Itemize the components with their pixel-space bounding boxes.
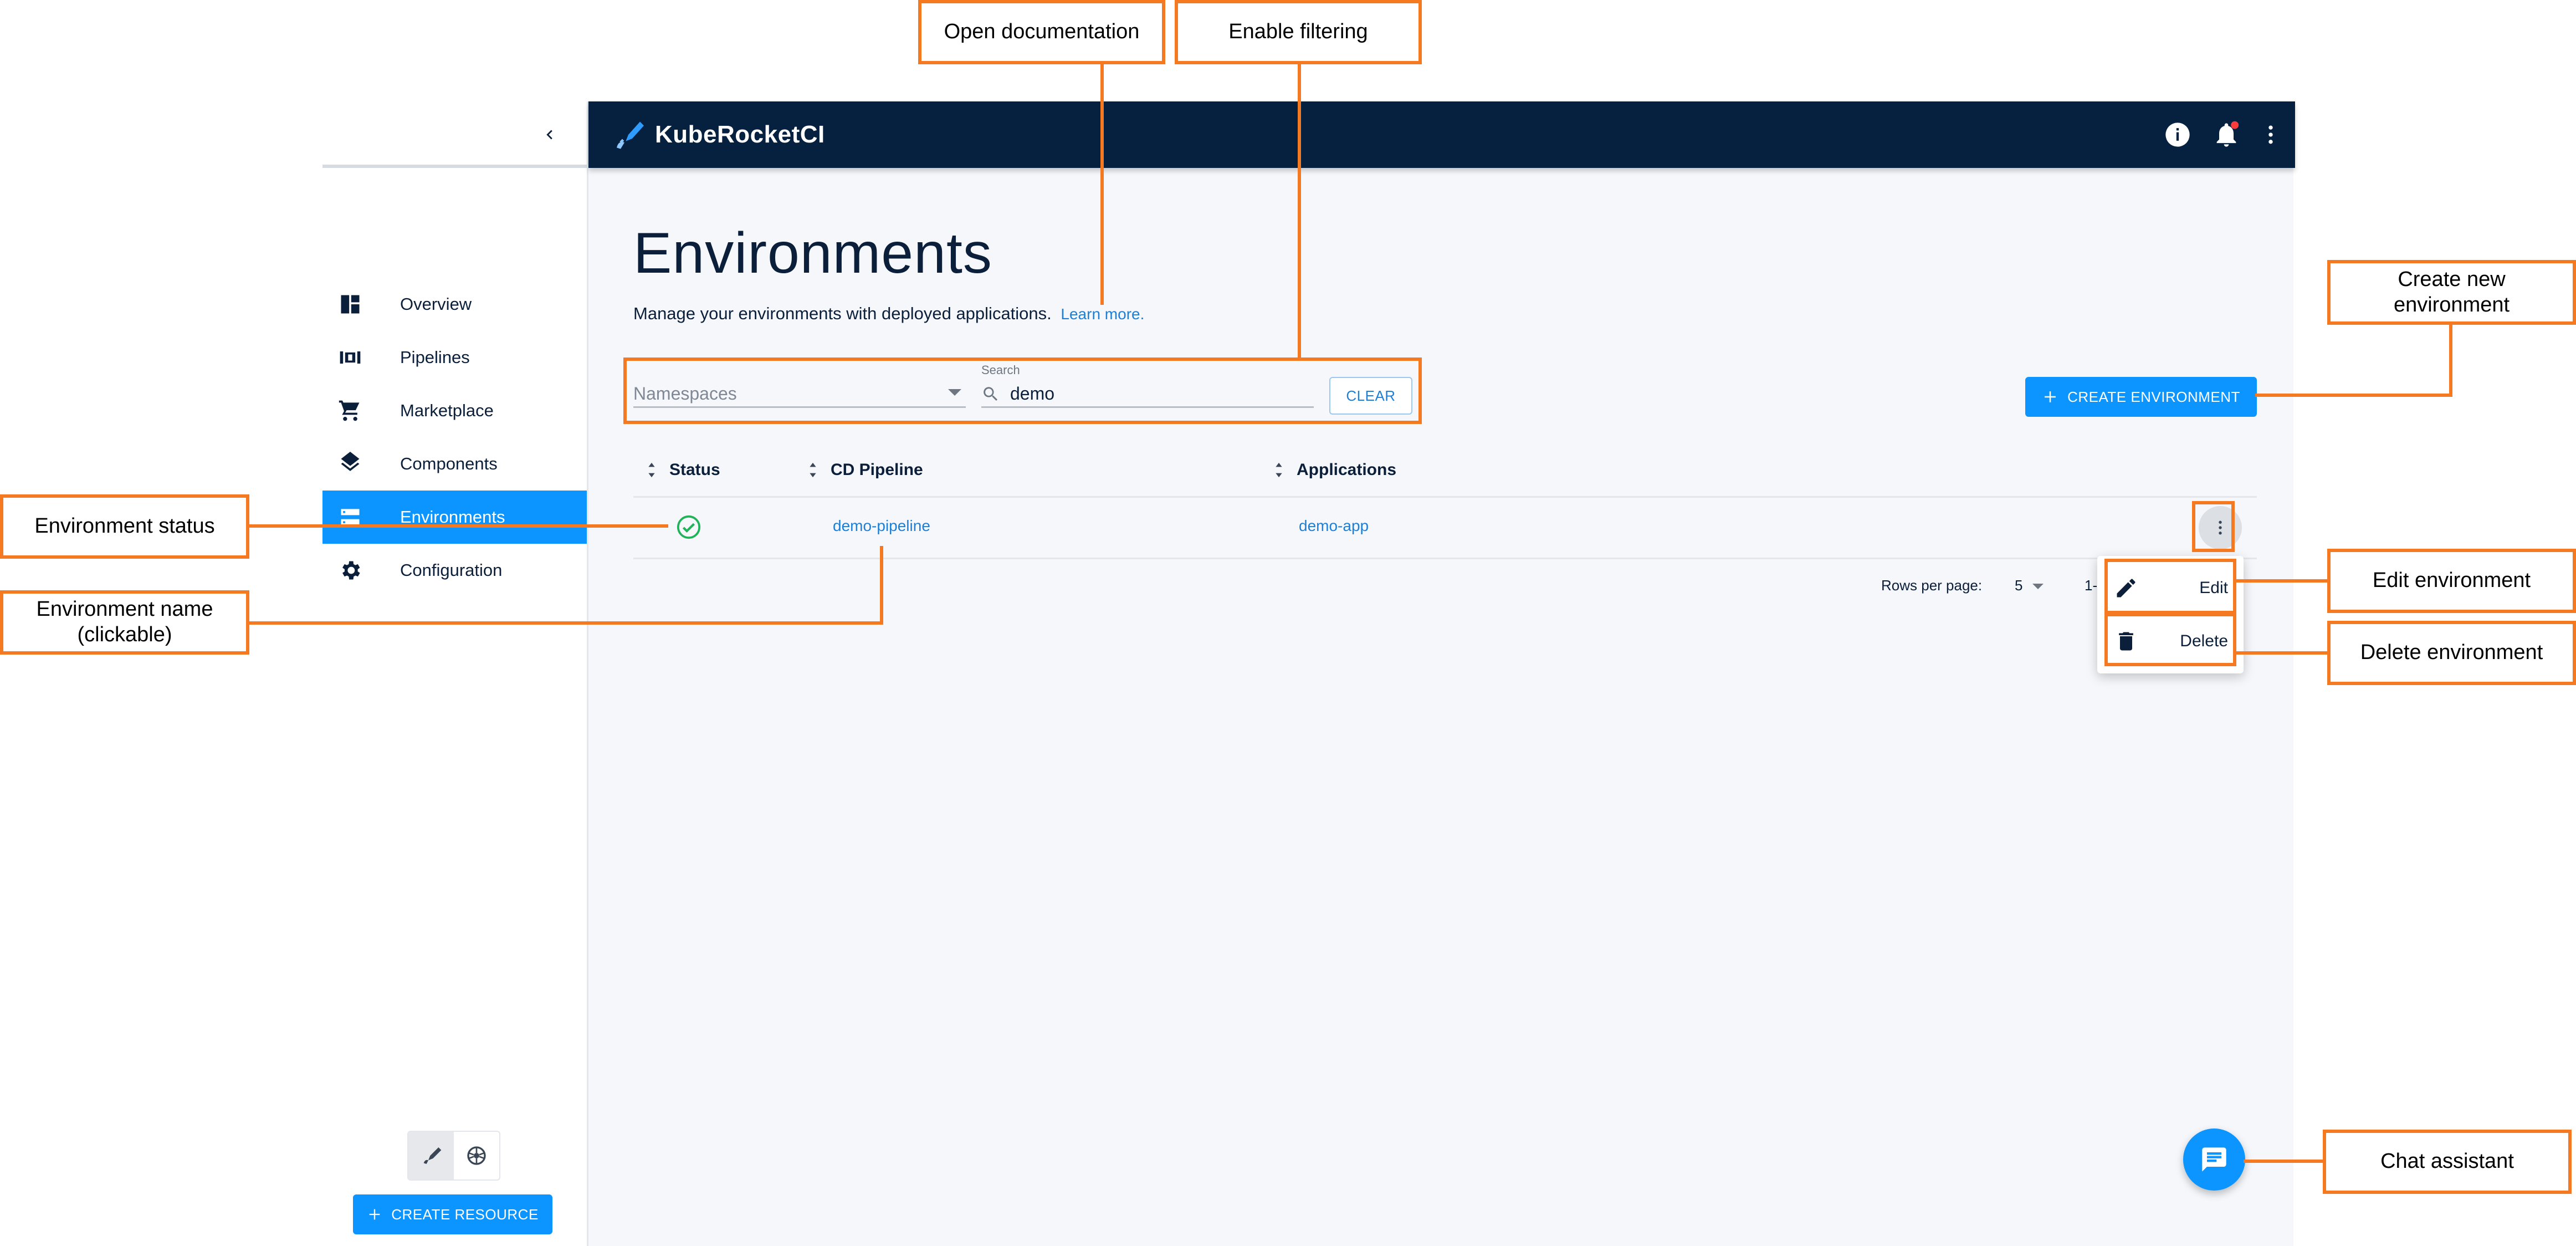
notifications-button[interactable]: [2211, 119, 2242, 150]
page-description-text: Manage your environments with deployed a…: [633, 304, 1052, 323]
layers-icon: [337, 451, 363, 477]
connector-line: [2449, 321, 2452, 397]
column-label: Applications: [1297, 461, 1397, 479]
info-button[interactable]: [2162, 119, 2193, 150]
application-link[interactable]: demo-app: [1299, 517, 1369, 535]
connector-line: [2244, 1160, 2324, 1163]
chat-icon: [2202, 1147, 2226, 1172]
sidebar-item-label: Pipelines: [400, 348, 470, 367]
more-vertical-icon: [2268, 125, 2273, 144]
sidebar-item-label: Configuration: [400, 560, 503, 580]
sidebar-item-configuration[interactable]: Configuration: [322, 544, 587, 597]
callout-delete-environment: Delete environment: [2327, 621, 2576, 685]
create-environment-label: CREATE ENVIRONMENT: [2067, 388, 2240, 405]
connector-line: [1298, 63, 1301, 360]
connector-line: [2236, 579, 2329, 583]
brand-name: KubeRocketCI: [655, 121, 825, 148]
main-content: KubeRocketCI Environments Manage your en…: [587, 101, 2295, 1246]
column-label: Status: [669, 461, 720, 479]
mode-toggle: [407, 1131, 500, 1181]
sort-icon: [1276, 462, 1282, 478]
sidebar-item-pipelines[interactable]: Pipelines: [322, 331, 587, 384]
table-divider: [633, 496, 2257, 498]
column-label: CD Pipeline: [831, 461, 923, 479]
more-menu-button[interactable]: [2255, 119, 2286, 150]
sidebar: Overview Pipelines Marketplace Component…: [322, 101, 587, 1246]
sidebar-item-label: Components: [400, 454, 498, 473]
callout-edit-environment: Edit environment: [2327, 549, 2576, 613]
connector-line: [2255, 394, 2452, 397]
delete-highlight: [2104, 613, 2236, 666]
sidebar-item-label: Marketplace: [400, 401, 494, 420]
connector-line: [2236, 651, 2329, 655]
kubernetes-icon: [467, 1146, 486, 1165]
page-title: Environments: [633, 221, 992, 285]
plus-icon: [369, 1209, 380, 1220]
column-header-status[interactable]: Status: [647, 456, 720, 484]
create-environment-button[interactable]: CREATE ENVIRONMENT: [2025, 377, 2257, 417]
connector-line: [880, 546, 883, 625]
rocket-brush-icon: [423, 1147, 442, 1164]
top-bar: KubeRocketCI: [588, 101, 2295, 168]
kuberocketci-logo-icon: [617, 121, 644, 149]
create-resource-button[interactable]: CREATE RESOURCE: [353, 1194, 552, 1234]
sidebar-item-overview[interactable]: Overview: [322, 278, 587, 331]
chat-assistant-button[interactable]: [2183, 1128, 2245, 1191]
brand[interactable]: KubeRocketCI: [613, 117, 825, 152]
filter-highlight: [623, 358, 1422, 424]
connector-line: [248, 621, 883, 625]
callout-environment-name: Environment name (clickable): [0, 590, 249, 655]
info-icon: [2165, 122, 2190, 147]
callout-environment-status: Environment status: [0, 494, 249, 559]
dropdown-caret-icon: [2032, 584, 2044, 589]
sidebar-item-label: Overview: [400, 294, 472, 314]
sidebar-header: [322, 101, 587, 168]
sidebar-item-marketplace[interactable]: Marketplace: [322, 384, 587, 437]
cd-pipeline-link[interactable]: demo-pipeline: [833, 517, 930, 535]
sort-icon: [810, 462, 816, 478]
rows-per-page-label: Rows per page:: [1881, 577, 1983, 594]
column-header-applications[interactable]: Applications: [1274, 456, 1396, 484]
pagination-range: 1-: [2085, 577, 2098, 594]
mode-toggle-kubernetes[interactable]: [454, 1132, 499, 1179]
bell-icon: [2216, 121, 2239, 147]
pipelines-icon: [337, 344, 363, 371]
status-success-icon: [677, 515, 701, 539]
connector-line: [1100, 63, 1104, 305]
callout-chat-assistant: Chat assistant: [2323, 1130, 2572, 1194]
sidebar-collapse-button[interactable]: [533, 118, 566, 151]
create-resource-label: CREATE RESOURCE: [391, 1206, 539, 1223]
table-divider: [633, 558, 2257, 559]
dashboard-icon: [337, 291, 363, 318]
gear-icon: [337, 557, 363, 584]
rows-per-page-select[interactable]: 5: [2015, 577, 2022, 594]
callout-enable-filtering: Enable filtering: [1175, 0, 1422, 64]
page-description: Manage your environments with deployed a…: [633, 304, 1144, 324]
connector-line: [248, 524, 668, 528]
sidebar-item-components[interactable]: Components: [322, 437, 587, 491]
learn-more-link[interactable]: Learn more.: [1061, 305, 1144, 323]
sidebar-item-environments[interactable]: Environments: [322, 491, 587, 544]
row-actions-highlight: [2192, 501, 2235, 552]
cart-icon: [337, 397, 363, 424]
callout-open-documentation: Open documentation: [918, 0, 1165, 64]
column-header-cd-pipeline[interactable]: CD Pipeline: [808, 456, 923, 484]
callout-create-new-environment: Create new environment: [2327, 260, 2576, 325]
chevron-left-icon: [546, 130, 552, 140]
edit-highlight: [2104, 559, 2236, 614]
plus-icon: [2045, 391, 2056, 402]
mode-toggle-rocket[interactable]: [408, 1132, 454, 1179]
sort-icon: [648, 462, 655, 478]
